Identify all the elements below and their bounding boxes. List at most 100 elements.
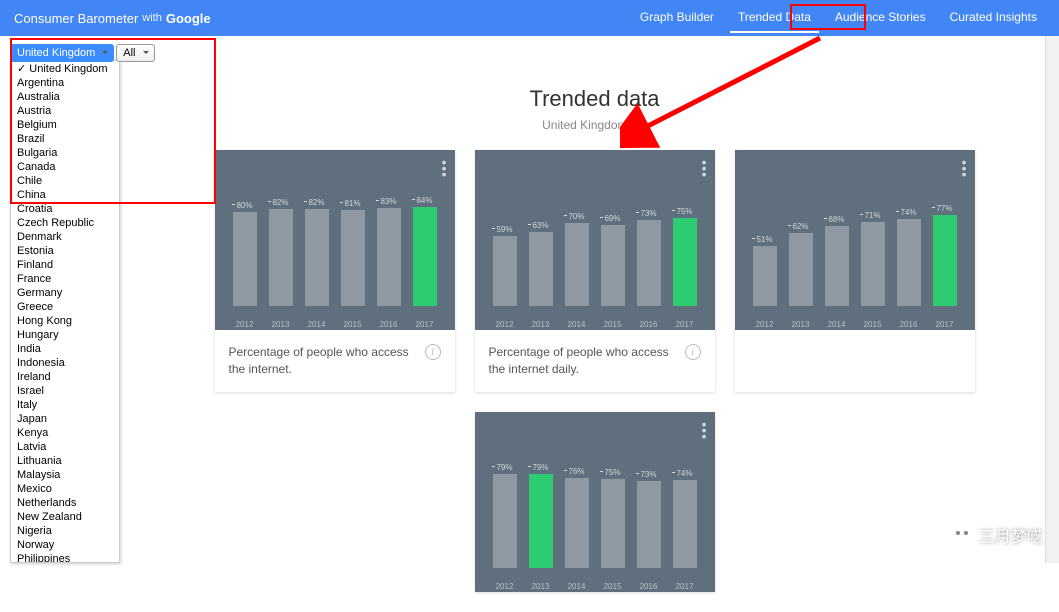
country-option[interactable]: Italy — [11, 398, 119, 412]
country-option[interactable]: India — [11, 342, 119, 356]
country-option[interactable]: Greece — [11, 300, 119, 314]
bar — [637, 220, 661, 306]
country-option[interactable]: China — [11, 188, 119, 202]
bar — [753, 246, 777, 306]
year-label: 2017 — [676, 320, 694, 329]
bar-column: 84% — [411, 196, 439, 306]
country-select[interactable]: United Kingdom — [10, 44, 114, 62]
year-label: 2012 — [496, 582, 514, 591]
country-option[interactable]: New Zealand — [11, 510, 119, 524]
nav-audience-stories[interactable]: Audience Stories — [827, 3, 934, 33]
nav-graph-builder[interactable]: Graph Builder — [632, 3, 722, 33]
bar-value-label: 80% — [236, 201, 252, 210]
country-option[interactable]: Australia — [11, 90, 119, 104]
country-option[interactable]: Hong Kong — [11, 314, 119, 328]
bar-group: 51%62%68%71%74%77% — [747, 186, 963, 306]
bar-value-label: 82% — [272, 198, 288, 207]
chart-menu-icon[interactable]: ••• — [442, 158, 447, 178]
country-option[interactable]: France — [11, 272, 119, 286]
year-label: 2017 — [416, 320, 434, 329]
bar — [305, 209, 329, 306]
bar — [529, 474, 553, 567]
info-icon[interactable]: i — [685, 344, 701, 360]
country-option[interactable]: Mexico — [11, 482, 119, 496]
bar — [377, 208, 401, 306]
bar-column: 68% — [823, 215, 851, 306]
scrollbar-track[interactable] — [1045, 36, 1059, 563]
bar-value-label: 83% — [380, 197, 396, 206]
bar-value-label: 59% — [496, 225, 512, 234]
country-option[interactable]: Argentina — [11, 76, 119, 90]
country-option[interactable]: Denmark — [11, 230, 119, 244]
bar — [637, 481, 661, 567]
bar-group: 80%82%82%81%83%84% — [227, 186, 443, 306]
country-option[interactable]: Austria — [11, 104, 119, 118]
year-label: 2017 — [676, 582, 694, 591]
bar-value-label: 79% — [496, 463, 512, 472]
logo-with: with — [142, 12, 162, 24]
chart-caption-text: Percentage of people who access the inte… — [229, 344, 417, 378]
chart-caption: Percentage of people who access the inte… — [215, 330, 455, 392]
country-option[interactable]: Ireland — [11, 370, 119, 384]
logo-brand: Google — [166, 11, 211, 26]
year-label: 2015 — [344, 320, 362, 329]
nav-trended-data[interactable]: Trended Data — [730, 3, 819, 33]
bar-column: 62% — [787, 222, 815, 306]
country-option[interactable]: Belgium — [11, 118, 119, 132]
bar — [673, 218, 697, 307]
bar-value-label: 63% — [532, 221, 548, 230]
country-option[interactable]: Israel — [11, 384, 119, 398]
bar — [341, 210, 365, 306]
year-label: 2013 — [532, 582, 550, 591]
country-option[interactable]: Latvia — [11, 440, 119, 454]
country-option[interactable]: Finland — [11, 258, 119, 272]
info-icon[interactable]: i — [425, 344, 441, 360]
chart-area: •••59%63%70%69%73%75%2012201320142015201… — [475, 150, 715, 330]
chart-menu-icon[interactable]: ••• — [962, 158, 967, 178]
bar-column: 76% — [563, 467, 591, 568]
main-content: Trended data United Kingdom, All •••80%8… — [130, 36, 1059, 612]
country-option[interactable]: Indonesia — [11, 356, 119, 370]
bar-value-label: 77% — [936, 204, 952, 213]
country-option[interactable]: Japan — [11, 412, 119, 426]
country-option[interactable]: Croatia — [11, 202, 119, 216]
bar-column: 63% — [527, 221, 555, 306]
year-label: 2013 — [792, 320, 810, 329]
country-option[interactable]: Canada — [11, 160, 119, 174]
country-option[interactable]: ✓ United Kingdom — [11, 61, 119, 76]
country-dropdown[interactable]: ✓ United KingdomArgentinaAustraliaAustri… — [10, 60, 120, 563]
country-option[interactable]: Kenya — [11, 426, 119, 440]
country-option[interactable]: Estonia — [11, 244, 119, 258]
bar-column: 74% — [671, 469, 699, 567]
filter-select[interactable]: All — [116, 44, 154, 62]
bar-column: 81% — [339, 199, 367, 306]
year-label: 2016 — [640, 320, 658, 329]
year-label: 2012 — [496, 320, 514, 329]
bar — [825, 226, 849, 306]
country-option[interactable]: Chile — [11, 174, 119, 188]
bar-value-label: 74% — [900, 208, 916, 217]
country-option[interactable]: Lithuania — [11, 454, 119, 468]
year-label: 2015 — [604, 582, 622, 591]
country-option[interactable]: Philippines — [11, 552, 119, 563]
country-option[interactable]: Brazil — [11, 132, 119, 146]
country-option[interactable]: Germany — [11, 286, 119, 300]
bar — [897, 219, 921, 306]
page-title: Trended data — [170, 86, 1019, 112]
country-option[interactable]: Norway — [11, 538, 119, 552]
chart-menu-icon[interactable]: ••• — [702, 158, 707, 178]
bar-column: 75% — [599, 468, 627, 568]
country-option[interactable]: Bulgaria — [11, 146, 119, 160]
country-option[interactable]: Czech Republic — [11, 216, 119, 230]
country-option[interactable]: Netherlands — [11, 496, 119, 510]
bar — [529, 232, 553, 306]
chart-menu-icon[interactable]: ••• — [702, 420, 707, 440]
x-axis-labels: 201220132014201520162017 — [487, 310, 703, 329]
nav-curated-insights[interactable]: Curated Insights — [942, 3, 1045, 33]
year-label: 2014 — [568, 320, 586, 329]
country-option[interactable]: Hungary — [11, 328, 119, 342]
year-label: 2015 — [604, 320, 622, 329]
year-label: 2012 — [756, 320, 774, 329]
country-option[interactable]: Malaysia — [11, 468, 119, 482]
country-option[interactable]: Nigeria — [11, 524, 119, 538]
